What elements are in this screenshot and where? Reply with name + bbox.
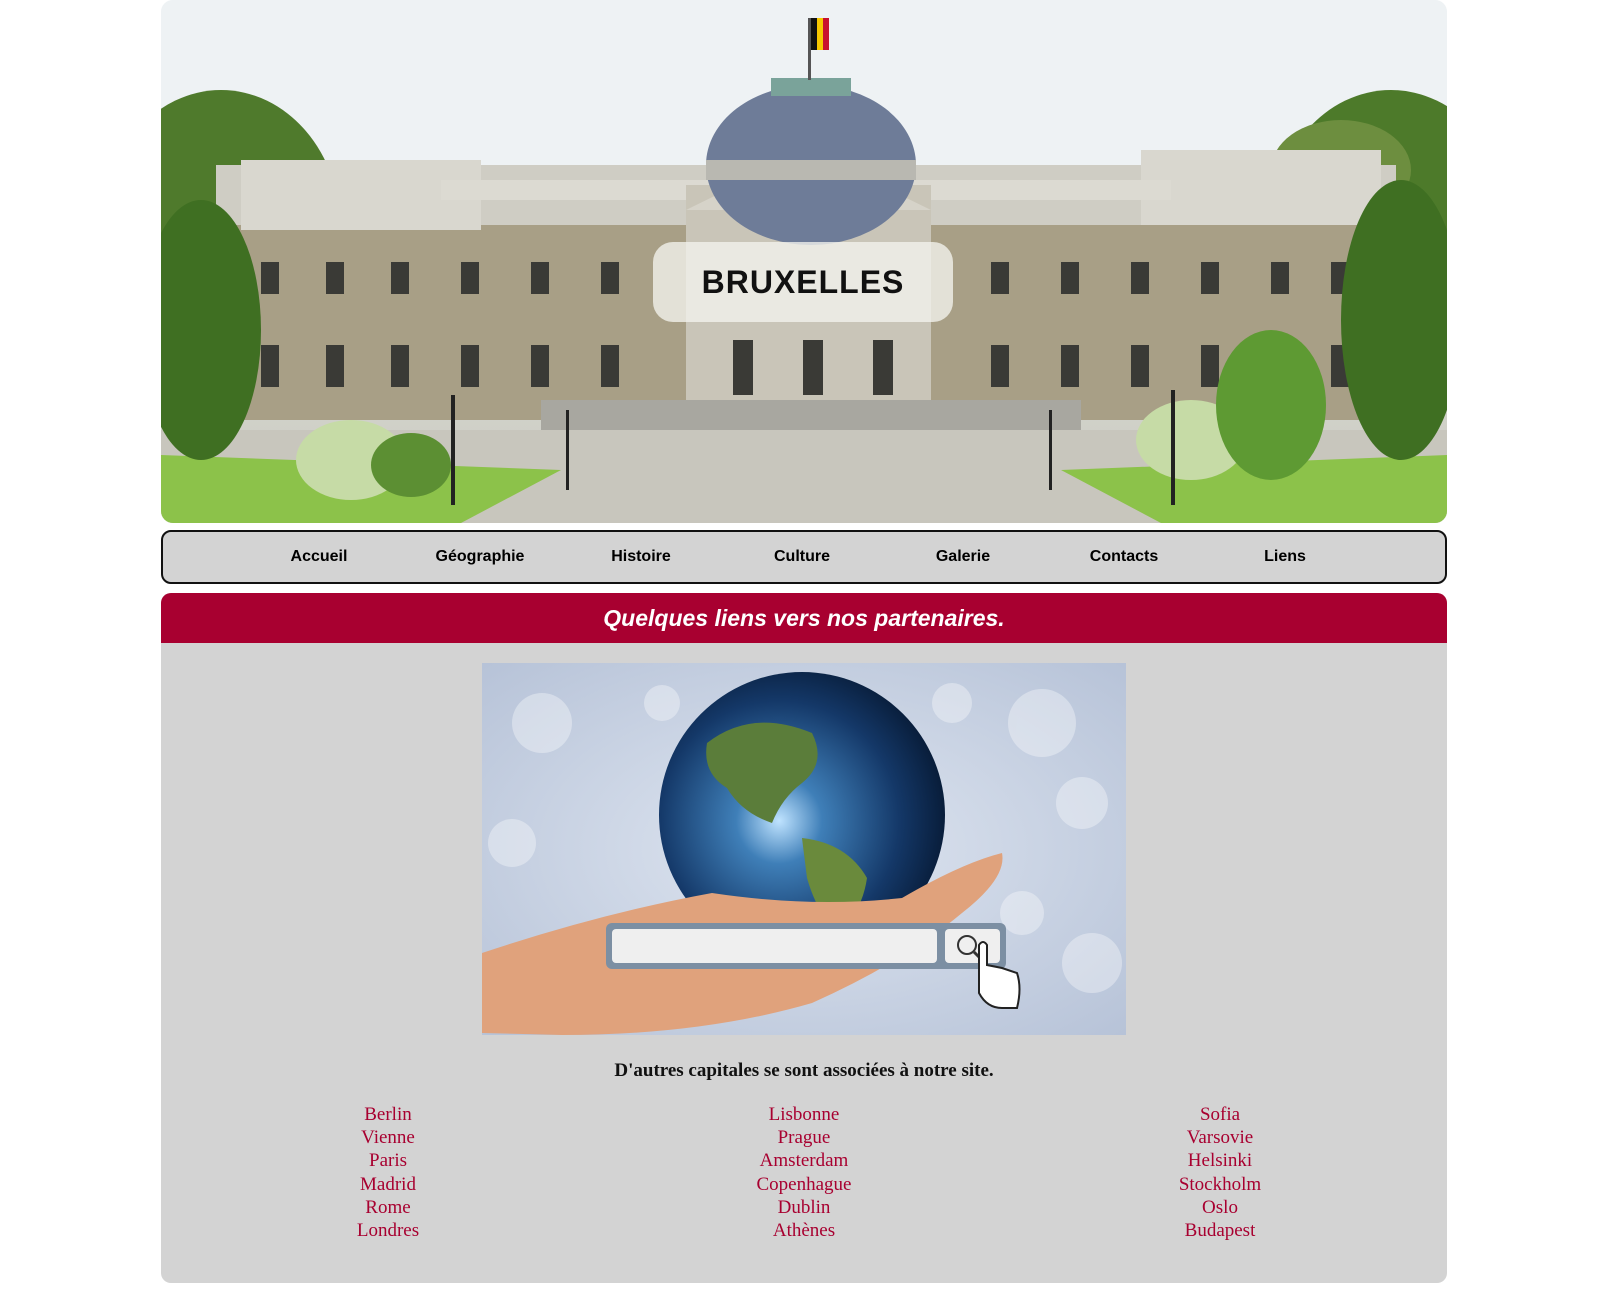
link-capital[interactable]: Amsterdam [654,1149,954,1172]
nav-item-liens[interactable]: Liens [1205,532,1365,582]
nav-item-accueil[interactable]: Accueil [239,532,399,582]
link-capital[interactable]: Helsinki [1070,1149,1370,1172]
nav-item-culture[interactable]: Culture [722,532,882,582]
page-wrapper: BRUXELLES Accueil Géographie Histoire Cu… [161,0,1447,1283]
main-nav: Accueil Géographie Histoire Culture Gale… [161,530,1447,584]
site-title-box: BRUXELLES [653,242,953,322]
link-capital[interactable]: Varsovie [1070,1126,1370,1149]
link-capital[interactable]: Rome [238,1196,538,1219]
header-banner: BRUXELLES [161,0,1447,523]
site-title: BRUXELLES [701,263,905,300]
nav-item-contacts[interactable]: Contacts [1044,532,1204,582]
link-capital[interactable]: Athènes [654,1219,954,1242]
link-capital[interactable]: Sofia [1070,1103,1370,1126]
links-column-1: Berlin Vienne Paris Madrid Rome Londres [238,1103,538,1242]
partners-subtitle: D'autres capitales se sont associées à n… [614,1060,994,1081]
nav-item-histoire[interactable]: Histoire [561,532,721,582]
section-heading: Quelques liens vers nos partenaires. [161,593,1447,643]
link-capital[interactable]: Copenhague [654,1173,954,1196]
links-column-2: Lisbonne Prague Amsterdam Copenhague Dub… [654,1103,954,1242]
link-capital[interactable]: Lisbonne [654,1103,954,1126]
globe-in-hand-image [482,663,1126,1035]
link-capital[interactable]: Dublin [654,1196,954,1219]
link-capital[interactable]: Prague [654,1126,954,1149]
link-capital[interactable]: Madrid [238,1173,538,1196]
link-capital[interactable]: Paris [238,1149,538,1172]
link-capital[interactable]: Stockholm [1070,1173,1370,1196]
nav-item-geographie[interactable]: Géographie [400,532,560,582]
link-capital[interactable]: Oslo [1070,1196,1370,1219]
links-column-3: Sofia Varsovie Helsinki Stockholm Oslo B… [1070,1103,1370,1242]
link-capital[interactable]: Vienne [238,1126,538,1149]
link-capital[interactable]: Budapest [1070,1219,1370,1242]
nav-item-galerie[interactable]: Galerie [883,532,1043,582]
link-capital[interactable]: Berlin [238,1103,538,1126]
link-capital[interactable]: Londres [238,1219,538,1242]
content-panel: Quelques liens vers nos partenaires. D'a… [161,593,1447,1283]
